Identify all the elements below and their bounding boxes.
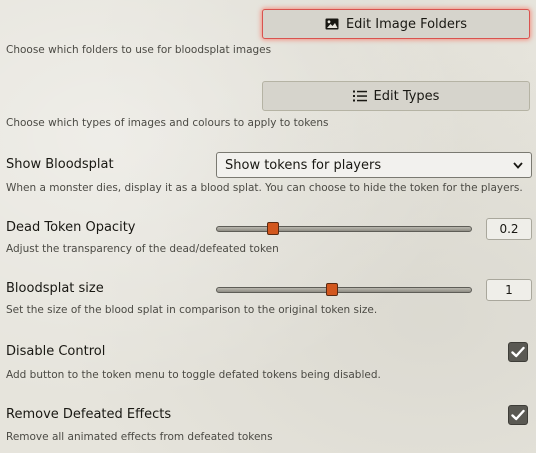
edit-image-folders-button[interactable]: Edit Image Folders bbox=[262, 9, 530, 39]
show-bloodsplat-select[interactable]: Show tokens for players bbox=[216, 152, 532, 178]
remove-defeated-effects-checkbox[interactable] bbox=[508, 405, 528, 425]
dead-token-opacity-slider[interactable] bbox=[216, 222, 472, 235]
chevron-down-icon bbox=[513, 161, 523, 169]
remove-defeated-effects-hint: Remove all animated effects from defeate… bbox=[6, 431, 273, 443]
bloodsplat-size-slider[interactable] bbox=[216, 283, 472, 296]
dead-token-opacity-hint: Adjust the transparency of the dead/defe… bbox=[6, 243, 279, 255]
types-hint: Choose which types of images and colours… bbox=[6, 117, 329, 129]
bloodsplat-size-hint: Set the size of the blood splat in compa… bbox=[6, 304, 378, 316]
image-folders-hint: Choose which folders to use for bloodspl… bbox=[6, 44, 272, 56]
checkmark-icon bbox=[511, 409, 525, 421]
slider-track bbox=[216, 226, 472, 232]
slider-track bbox=[216, 287, 472, 293]
edit-types-button[interactable]: Edit Types bbox=[262, 81, 530, 111]
bloodsplat-size-value[interactable]: 1 bbox=[486, 279, 532, 301]
edit-types-label: Edit Types bbox=[373, 88, 440, 104]
disable-control-checkbox[interactable] bbox=[508, 342, 528, 362]
slider-thumb[interactable] bbox=[326, 283, 338, 296]
show-bloodsplat-hint: When a monster dies, display it as a blo… bbox=[6, 182, 523, 194]
remove-defeated-effects-label: Remove Defeated Effects bbox=[6, 407, 172, 422]
disable-control-hint: Add button to the token menu to toggle d… bbox=[6, 369, 381, 381]
dead-token-opacity-value[interactable]: 0.2 bbox=[486, 218, 532, 240]
checkmark-icon bbox=[511, 346, 525, 358]
image-icon bbox=[325, 18, 339, 30]
show-bloodsplat-value: Show tokens for players bbox=[225, 157, 382, 173]
slider-thumb[interactable] bbox=[267, 222, 279, 235]
disable-control-label: Disable Control bbox=[6, 344, 106, 359]
bloodsplat-size-label: Bloodsplat size bbox=[6, 281, 104, 296]
dead-token-opacity-label: Dead Token Opacity bbox=[6, 220, 136, 235]
edit-image-folders-label: Edit Image Folders bbox=[345, 16, 468, 32]
list-icon bbox=[352, 90, 367, 102]
show-bloodsplat-label: Show Bloodsplat bbox=[6, 157, 114, 172]
